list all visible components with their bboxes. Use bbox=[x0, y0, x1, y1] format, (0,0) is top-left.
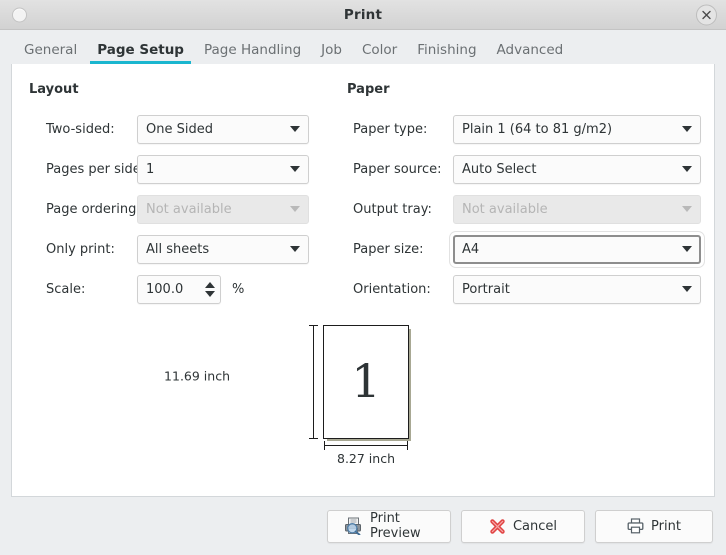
only-print-label: Only print: bbox=[29, 242, 137, 257]
only-print-dropdown[interactable]: All sheets bbox=[137, 235, 309, 264]
print-preview-label: Print Preview bbox=[370, 511, 434, 541]
page-ordering-value: Not available bbox=[146, 202, 282, 217]
orientation-dropdown[interactable]: Portrait bbox=[453, 275, 701, 304]
field-only-print: Only print: All sheets bbox=[29, 229, 337, 269]
paper-type-dropdown[interactable]: Plain 1 (64 to 81 g/m2) bbox=[453, 115, 701, 144]
pages-per-side-dropdown[interactable]: 1 bbox=[137, 155, 309, 184]
title-bar: Print bbox=[0, 0, 726, 30]
cancel-button[interactable]: Cancel bbox=[461, 510, 585, 543]
window-menu-dot-icon[interactable] bbox=[12, 7, 27, 22]
print-label: Print bbox=[651, 519, 681, 534]
field-paper-source: Paper source: Auto Select bbox=[347, 149, 705, 189]
scale-unit: % bbox=[232, 282, 244, 297]
paper-type-value: Plain 1 (64 to 81 g/m2) bbox=[462, 122, 674, 137]
pages-per-side-value: 1 bbox=[146, 162, 282, 177]
page-width-label: 8.27 inch bbox=[337, 451, 395, 466]
two-sided-value: One Sided bbox=[146, 122, 282, 137]
printer-magnifier-icon bbox=[344, 517, 363, 535]
page-height-dimension-line bbox=[313, 325, 314, 439]
paper-size-label: Paper size: bbox=[347, 242, 453, 257]
output-tray-label: Output tray: bbox=[347, 202, 453, 217]
field-page-ordering: Page ordering: Not available bbox=[29, 189, 337, 229]
chevron-down-icon bbox=[290, 126, 300, 132]
chevron-down-icon bbox=[682, 246, 692, 252]
orientation-value: Portrait bbox=[462, 282, 674, 297]
window-title: Print bbox=[344, 7, 382, 23]
paper-source-label: Paper source: bbox=[347, 162, 453, 177]
output-tray-value: Not available bbox=[462, 202, 674, 217]
close-button[interactable] bbox=[696, 4, 717, 25]
two-sided-label: Two-sided: bbox=[29, 122, 137, 137]
orientation-label: Orientation: bbox=[347, 282, 453, 297]
field-pages-per-side: Pages per side: 1 bbox=[29, 149, 337, 189]
page-ordering-label: Page ordering: bbox=[29, 202, 137, 217]
close-icon bbox=[701, 9, 712, 20]
page-preview-inner: 11.69 inch 1 8.27 inch bbox=[233, 319, 493, 484]
tab-general[interactable]: General bbox=[14, 39, 87, 64]
paper-type-label: Paper type: bbox=[347, 122, 453, 137]
tab-page-setup[interactable]: Page Setup bbox=[87, 39, 194, 64]
tab-page-handling[interactable]: Page Handling bbox=[194, 39, 311, 64]
page-height-label: 11.69 inch bbox=[164, 369, 230, 384]
scale-stepper[interactable]: 100.0 bbox=[137, 275, 221, 304]
stepper-down-icon[interactable] bbox=[205, 291, 215, 297]
two-sided-dropdown[interactable]: One Sided bbox=[137, 115, 309, 144]
chevron-down-icon bbox=[290, 246, 300, 252]
only-print-value: All sheets bbox=[146, 242, 282, 257]
stepper-up-icon[interactable] bbox=[205, 282, 215, 288]
field-paper-type: Paper type: Plain 1 (64 to 81 g/m2) bbox=[347, 109, 705, 149]
paper-section: Paper Paper type: Plain 1 (64 to 81 g/m2… bbox=[337, 82, 705, 309]
print-preview-button[interactable]: Print Preview bbox=[327, 510, 451, 543]
scale-value[interactable]: 100.0 bbox=[138, 282, 200, 297]
chevron-down-icon bbox=[290, 166, 300, 172]
dialog-footer: Print Preview Cancel bbox=[0, 497, 726, 555]
tab-bar: General Page Setup Page Handling Job Col… bbox=[0, 30, 726, 64]
page-number: 1 bbox=[351, 358, 380, 404]
chevron-down-icon bbox=[682, 126, 692, 132]
pages-per-side-label: Pages per side: bbox=[29, 162, 137, 177]
chevron-down-icon bbox=[290, 206, 300, 212]
page-preview: 11.69 inch 1 8.27 inch bbox=[12, 319, 714, 484]
field-paper-size: Paper size: A4 bbox=[347, 229, 705, 269]
scale-label: Scale: bbox=[29, 282, 137, 297]
paper-size-value: A4 bbox=[462, 242, 674, 257]
chevron-down-icon bbox=[682, 166, 692, 172]
tab-job[interactable]: Job bbox=[311, 39, 352, 64]
paper-source-value: Auto Select bbox=[462, 162, 674, 177]
page-sheet: 1 bbox=[323, 325, 409, 439]
field-output-tray: Output tray: Not available bbox=[347, 189, 705, 229]
layout-section-title: Layout bbox=[29, 82, 337, 97]
print-button[interactable]: Print bbox=[595, 510, 713, 543]
page-ordering-dropdown: Not available bbox=[137, 195, 309, 224]
field-orientation: Orientation: Portrait bbox=[347, 269, 705, 309]
output-tray-dropdown: Not available bbox=[453, 195, 701, 224]
paper-section-title: Paper bbox=[347, 82, 705, 97]
tab-color[interactable]: Color bbox=[352, 39, 407, 64]
page-width-dimension-line bbox=[324, 445, 408, 446]
layout-section: Layout Two-sided: One Sided Pages per si… bbox=[12, 82, 337, 309]
tab-finishing[interactable]: Finishing bbox=[407, 39, 486, 64]
tab-advanced[interactable]: Advanced bbox=[487, 39, 574, 64]
print-dialog-window: Print General Page Setup Page Handling J… bbox=[0, 0, 726, 555]
page-setup-panel: Layout Two-sided: One Sided Pages per si… bbox=[11, 64, 715, 497]
field-two-sided: Two-sided: One Sided bbox=[29, 109, 337, 149]
chevron-down-icon bbox=[682, 286, 692, 292]
red-x-icon bbox=[489, 518, 506, 535]
paper-source-dropdown[interactable]: Auto Select bbox=[453, 155, 701, 184]
settings-columns: Layout Two-sided: One Sided Pages per si… bbox=[12, 64, 714, 309]
scale-control: 100.0 % bbox=[137, 275, 244, 304]
paper-size-dropdown[interactable]: A4 bbox=[453, 235, 701, 264]
cancel-label: Cancel bbox=[513, 519, 557, 534]
scale-stepper-buttons bbox=[200, 276, 220, 303]
printer-icon bbox=[627, 518, 644, 534]
field-scale: Scale: 100.0 % bbox=[29, 269, 337, 309]
chevron-down-icon bbox=[682, 206, 692, 212]
